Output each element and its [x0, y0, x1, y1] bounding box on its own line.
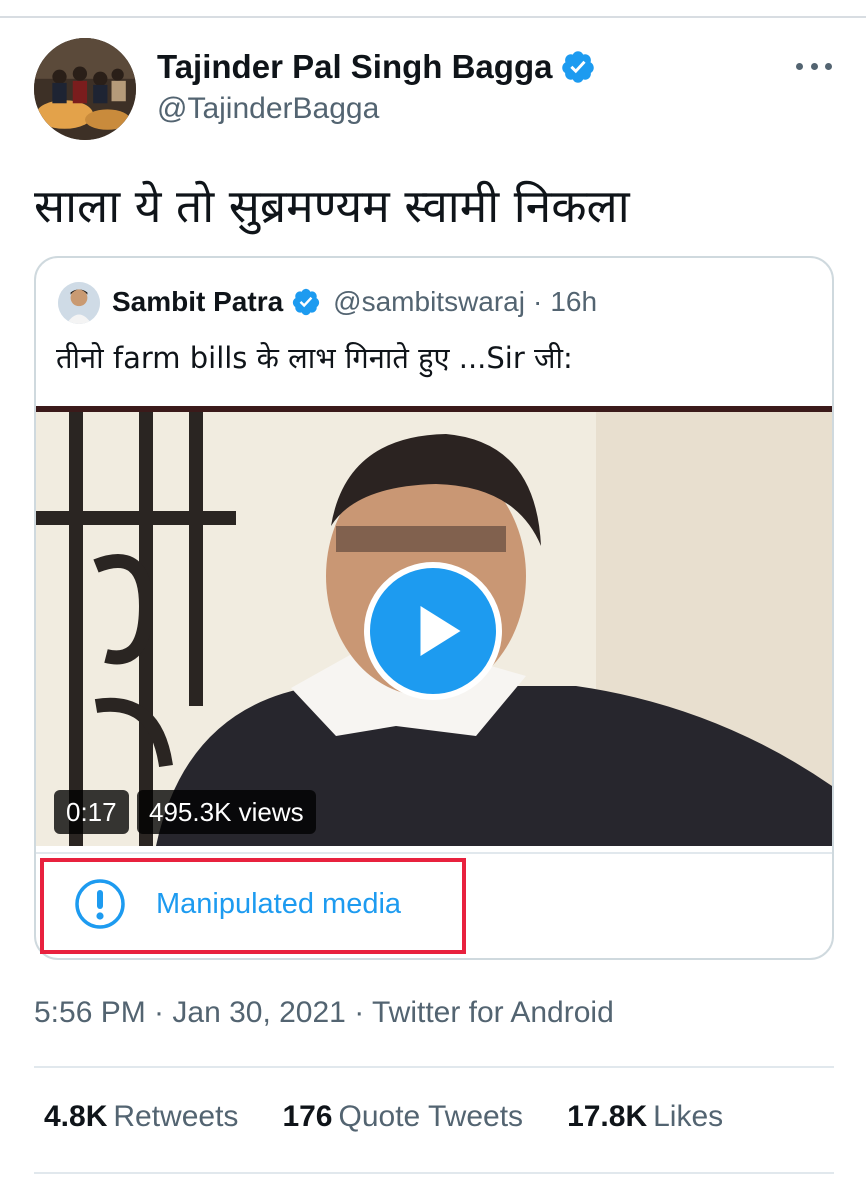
quoted-header: Sambit Patra @sambitswaraj · 16h [112, 286, 597, 318]
top-divider [0, 16, 866, 18]
author-name[interactable]: Tajinder Pal Singh Bagga [157, 48, 552, 86]
quoted-time[interactable]: 16h [550, 286, 597, 318]
stats-bottom-divider [34, 1172, 834, 1174]
stats-top-divider [34, 1066, 834, 1068]
quoted-author-handle[interactable]: @sambitswaraj [333, 286, 525, 318]
quoted-author-name[interactable]: Sambit Patra [112, 286, 283, 318]
retweets-label: Retweets [113, 1100, 239, 1133]
quote-tweets-label: Quote Tweets [338, 1100, 524, 1133]
quoted-tweet-card[interactable]: Sambit Patra @sambitswaraj · 16h तीनो fa… [34, 256, 834, 960]
avatar-photo [34, 38, 136, 140]
video-views: 495.3K views [137, 790, 316, 834]
exclamation-circle-icon [75, 879, 125, 929]
manipulated-divider [36, 852, 832, 854]
video-player[interactable]: 0:17 495.3K views [36, 406, 832, 846]
quote-tweets-count: 176 [282, 1100, 333, 1133]
quoted-avatar-photo [58, 282, 100, 324]
play-button[interactable] [364, 562, 502, 700]
retweets-stat[interactable]: 4.8K Retweets [44, 1100, 238, 1134]
likes-stat[interactable]: 17.8K Likes [567, 1100, 723, 1134]
manipulated-media-label[interactable]: Manipulated media [156, 888, 401, 921]
quoted-separator: · [532, 286, 543, 317]
author-name-row[interactable]: Tajinder Pal Singh Bagga [157, 48, 596, 86]
engagement-stats: 4.8K Retweets 176 Quote Tweets 17.8K Likes [44, 1100, 767, 1134]
play-icon [420, 606, 461, 656]
author-avatar[interactable] [34, 38, 136, 140]
likes-label: Likes [653, 1100, 724, 1133]
retweets-count: 4.8K [44, 1100, 108, 1133]
tweet-timestamp[interactable]: 5:56 PM · Jan 30, 2021 · Twitter for And… [34, 996, 614, 1030]
quote-tweets-stat[interactable]: 176 Quote Tweets [282, 1100, 523, 1134]
quoted-text: तीनो farm bills के लाभ गिनाते हुए ...Sir… [56, 341, 573, 375]
video-duration: 0:17 [54, 790, 129, 834]
dot [825, 62, 832, 70]
manipulated-media-notice[interactable]: Manipulated media [74, 878, 401, 930]
likes-count: 17.8K [567, 1100, 648, 1133]
quoted-author-avatar[interactable] [58, 282, 100, 324]
tweet-text: साला ये तो सुब्रमण्यम स्वामी निकला [34, 179, 630, 233]
dot [810, 62, 818, 70]
more-horizontal-icon[interactable] [790, 52, 838, 80]
dot [796, 62, 803, 70]
author-handle[interactable]: @TajinderBagga [157, 92, 379, 126]
verified-badge-icon [562, 51, 595, 83]
verified-badge-icon [293, 288, 320, 316]
